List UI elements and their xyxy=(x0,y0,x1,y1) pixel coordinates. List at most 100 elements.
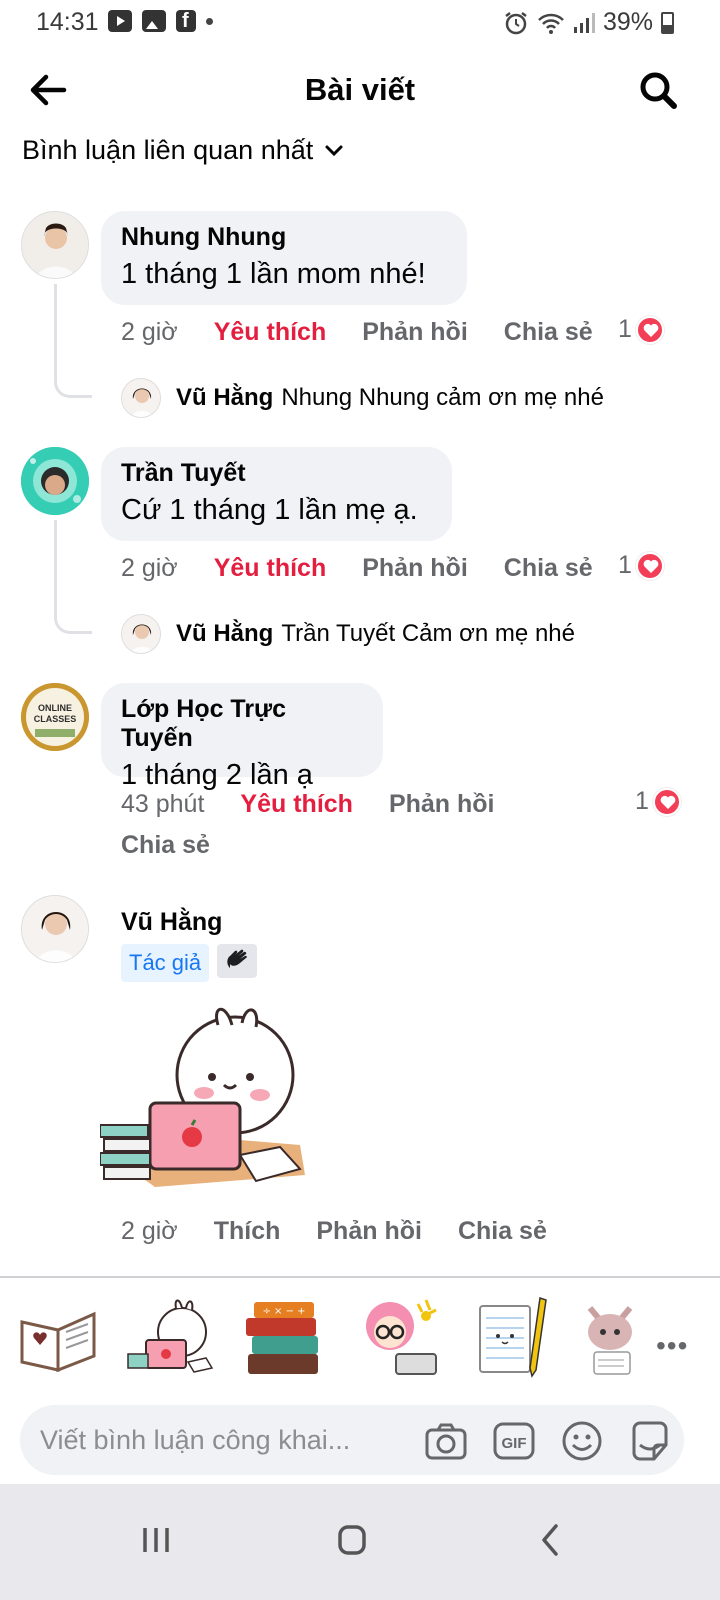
gallery-icon xyxy=(142,10,166,32)
reply-button[interactable]: Phản hồi xyxy=(362,554,468,583)
comment-composer: GIF xyxy=(20,1405,684,1475)
like-button[interactable]: Thích xyxy=(214,1217,281,1246)
sort-label: Bình luận liên quan nhất xyxy=(22,135,314,165)
svg-text:GIF: GIF xyxy=(502,1435,527,1452)
youtube-icon xyxy=(108,10,132,32)
reply-author[interactable]: Vũ Hằng xyxy=(176,384,273,412)
sticker-icon[interactable] xyxy=(628,1419,672,1463)
battery-percent: 39% xyxy=(602,8,653,36)
comment-text: 1 tháng 1 lần mom nhé! xyxy=(121,258,426,290)
author-badges: Tác giả xyxy=(121,944,258,982)
reaction-count[interactable]: 1 xyxy=(618,551,664,580)
signal-icon xyxy=(573,12,595,33)
reply-text: Nhung Nhung cảm ơn mẹ nhé xyxy=(281,384,604,411)
battery-icon xyxy=(661,11,674,34)
comment-actions: 2 giờ Yêu thích Phản hồi Chia sẻ xyxy=(121,318,593,347)
comment-author[interactable]: Vũ Hằng xyxy=(121,908,222,937)
reaction-count[interactable]: 1 xyxy=(635,787,681,816)
comment-actions: 43 phút Yêu thích Phản hồi Chia sẻ xyxy=(121,790,521,860)
comment-time: 2 giờ xyxy=(121,1217,178,1245)
wave-icon xyxy=(217,944,258,978)
facebook-icon xyxy=(176,10,196,33)
open-book-sticker[interactable] xyxy=(14,1292,106,1384)
gif-icon[interactable]: GIF xyxy=(492,1419,536,1463)
bunny-laptop-sticker[interactable] xyxy=(124,1292,216,1384)
share-button[interactable]: Chia sẻ xyxy=(121,831,210,860)
status-time: 14:31 xyxy=(36,8,99,36)
comment-text: Cứ 1 tháng 1 lần mẹ ạ. xyxy=(121,494,418,526)
reply-text: Trần Tuyết Cảm ơn mẹ nhé xyxy=(281,620,575,647)
home-icon[interactable] xyxy=(322,1510,382,1570)
search-button[interactable] xyxy=(636,68,680,112)
avatar[interactable] xyxy=(21,895,89,963)
girl-laptop-sticker[interactable] xyxy=(352,1292,444,1384)
like-button[interactable]: Yêu thích xyxy=(214,318,327,347)
notepad-pencil-sticker[interactable] xyxy=(468,1292,560,1384)
status-bar: 14:31 39% xyxy=(0,0,720,46)
reply-avatar[interactable] xyxy=(121,378,161,418)
svg-text:CLASSES: CLASSES xyxy=(34,714,77,724)
reply-button[interactable]: Phản hồi xyxy=(362,318,468,347)
reply-comment[interactable]: Vũ Hằng Trần Tuyết Cảm ơn mẹ nhé xyxy=(176,620,575,648)
reaction-number: 1 xyxy=(618,551,632,579)
heart-icon xyxy=(652,787,681,816)
camera-icon[interactable] xyxy=(424,1419,468,1463)
comment-time: 2 giờ xyxy=(121,554,178,582)
comment-time: 2 giờ xyxy=(121,318,178,346)
wifi-icon xyxy=(538,13,564,34)
back-icon[interactable] xyxy=(520,1510,580,1570)
comment-bubble[interactable]: Nhung Nhung 1 tháng 1 lần mom nhé! xyxy=(101,211,467,305)
reply-button[interactable]: Phản hồi xyxy=(316,1217,422,1246)
sticker-tray: ÷ × − + ••• xyxy=(0,1292,720,1388)
share-button[interactable]: Chia sẻ xyxy=(504,554,593,583)
notification-icons xyxy=(108,10,213,33)
reply-author[interactable]: Vũ Hằng xyxy=(176,620,273,648)
app-header: Bài viết xyxy=(0,52,720,128)
reaction-count[interactable]: 1 xyxy=(618,315,664,344)
emoji-icon[interactable] xyxy=(560,1419,604,1463)
avatar-text: ONLINE xyxy=(38,703,72,713)
comment-actions: 2 giờ Yêu thích Phản hồi Chia sẻ xyxy=(121,554,593,583)
bunny-laptop-sticker[interactable] xyxy=(99,1005,310,1195)
comment-author[interactable]: Trần Tuyết xyxy=(121,459,432,488)
comment-author[interactable]: Lớp Học Trực Tuyến xyxy=(121,695,363,753)
heart-icon xyxy=(635,315,664,344)
reply-avatar[interactable] xyxy=(121,614,161,654)
comment-text: 1 tháng 2 lần ạ xyxy=(121,759,313,791)
comment-time: 43 phút xyxy=(121,790,205,818)
reaction-number: 1 xyxy=(618,315,632,343)
reaction-number: 1 xyxy=(635,787,649,815)
comment-author[interactable]: Nhung Nhung xyxy=(121,223,447,252)
divider xyxy=(0,1276,720,1278)
dot-icon xyxy=(206,17,213,25)
books-stack-sticker[interactable]: ÷ × − + xyxy=(240,1292,332,1384)
system-nav-bar xyxy=(0,1484,720,1600)
share-button[interactable]: Chia sẻ xyxy=(504,318,593,347)
alarm-icon xyxy=(505,11,527,34)
more-stickers-button[interactable]: ••• xyxy=(656,1330,688,1362)
cat-writing-sticker[interactable] xyxy=(576,1292,646,1384)
author-badge: Tác giả xyxy=(121,944,210,982)
chevron-down-icon xyxy=(325,145,343,156)
system-icons: 39% xyxy=(503,8,674,37)
comment-bubble[interactable]: Lớp Học Trực Tuyến 1 tháng 2 lần ạ xyxy=(101,683,383,791)
reply-button[interactable]: Phản hồi xyxy=(389,790,495,819)
like-button[interactable]: Yêu thích xyxy=(240,790,353,819)
comment-actions: 2 giờ Thích Phản hồi Chia sẻ xyxy=(121,1217,547,1246)
svg-text:÷ × − +: ÷ × − + xyxy=(262,1306,305,1317)
avatar[interactable] xyxy=(21,211,89,279)
sort-dropdown[interactable]: Bình luận liên quan nhất xyxy=(22,135,345,166)
thread-line xyxy=(54,520,92,634)
avatar[interactable]: ONLINE CLASSES xyxy=(21,683,89,751)
search-icon xyxy=(640,72,677,109)
thread-line xyxy=(54,284,92,398)
comment-input[interactable] xyxy=(40,1419,410,1461)
heart-icon xyxy=(635,551,664,580)
share-button[interactable]: Chia sẻ xyxy=(458,1217,547,1246)
like-button[interactable]: Yêu thích xyxy=(214,554,327,583)
page-title: Bài viết xyxy=(304,72,416,107)
reply-comment[interactable]: Vũ Hằng Nhung Nhung cảm ơn mẹ nhé xyxy=(176,384,604,412)
avatar[interactable] xyxy=(21,447,89,515)
comment-bubble[interactable]: Trần Tuyết Cứ 1 tháng 1 lần mẹ ạ. xyxy=(101,447,452,541)
recents-icon[interactable] xyxy=(126,1510,186,1570)
